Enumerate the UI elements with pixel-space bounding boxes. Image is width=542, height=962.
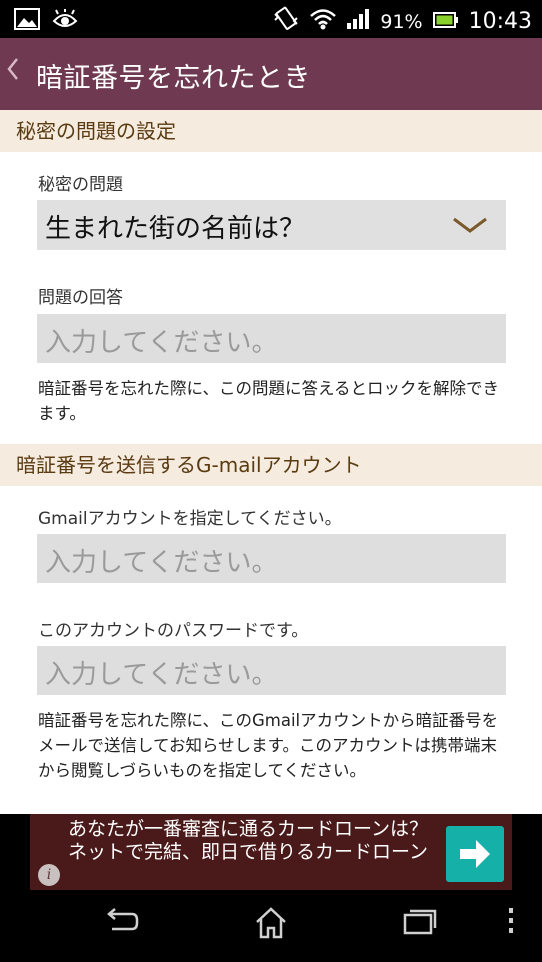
arrow-right-icon	[460, 840, 490, 868]
vibrate-icon	[272, 6, 300, 37]
answer-input[interactable]: 入力してください。	[37, 314, 506, 363]
back-chevron-icon[interactable]	[6, 56, 20, 89]
secret-question-label: 秘密の問題	[38, 175, 123, 195]
settings-form: 秘密の問題の設定 秘密の問題 生まれた街の名前は？ 問題の回答 入力してください…	[0, 110, 542, 814]
nav-home-icon[interactable]	[254, 906, 288, 944]
secret-question-select[interactable]: 生まれた街の名前は？	[37, 200, 506, 250]
battery-icon	[432, 10, 459, 34]
section-header-gmail: 暗証番号を送信するG-mailアカウント	[0, 444, 542, 486]
gmail-input[interactable]: 入力してください。	[37, 534, 506, 583]
password-placeholder: 入力してください。	[45, 660, 278, 690]
page-title: 暗証番号を忘れたとき	[36, 63, 311, 94]
gmail-label: Gmailアカウントを指定してください。	[38, 509, 342, 529]
eye-icon	[52, 9, 78, 33]
section-header-secret-question: 秘密の問題の設定	[0, 110, 542, 152]
overflow-menu-icon[interactable]	[506, 906, 516, 940]
clock: 10:43	[468, 9, 532, 34]
password-input[interactable]: 入力してください。	[37, 646, 506, 695]
secret-question-description: 暗証番号を忘れた際に、この問題に答えるとロックを解除できます。	[38, 379, 500, 423]
chevron-down-icon	[452, 216, 488, 238]
gmail-placeholder: 入力してください。	[45, 548, 278, 578]
status-bar: 91% 10:43	[0, 0, 542, 38]
image-icon	[14, 8, 40, 34]
password-label: このアカウントのパスワードです。	[38, 621, 309, 641]
nav-back-icon[interactable]	[104, 906, 140, 940]
secret-question-value: 生まれた街の名前は？	[45, 214, 306, 244]
ad-go-button[interactable]	[446, 826, 504, 882]
nav-recents-icon[interactable]	[402, 906, 438, 940]
ad-banner[interactable]: i あなたが一番審査に通るカードローンは？ ネットで完結、即日で借りるカードロー…	[30, 814, 512, 890]
answer-label: 問題の回答	[38, 288, 123, 308]
wifi-icon	[310, 8, 337, 35]
battery-percent: 91%	[380, 10, 423, 33]
gmail-description: 暗証番号を忘れた際に、このGmailアカウントから暗証番号をメールで送信してお知…	[38, 711, 499, 780]
answer-placeholder: 入力してください。	[45, 328, 278, 358]
ad-text: あなたが一番審査に通るカードローンは？ ネットで完結、即日で借りるカードローン	[68, 818, 429, 863]
system-nav-bar	[0, 890, 542, 962]
signal-icon	[346, 8, 370, 35]
app-bar: 暗証番号を忘れたとき	[0, 38, 542, 110]
ad-info-icon[interactable]: i	[38, 864, 60, 886]
